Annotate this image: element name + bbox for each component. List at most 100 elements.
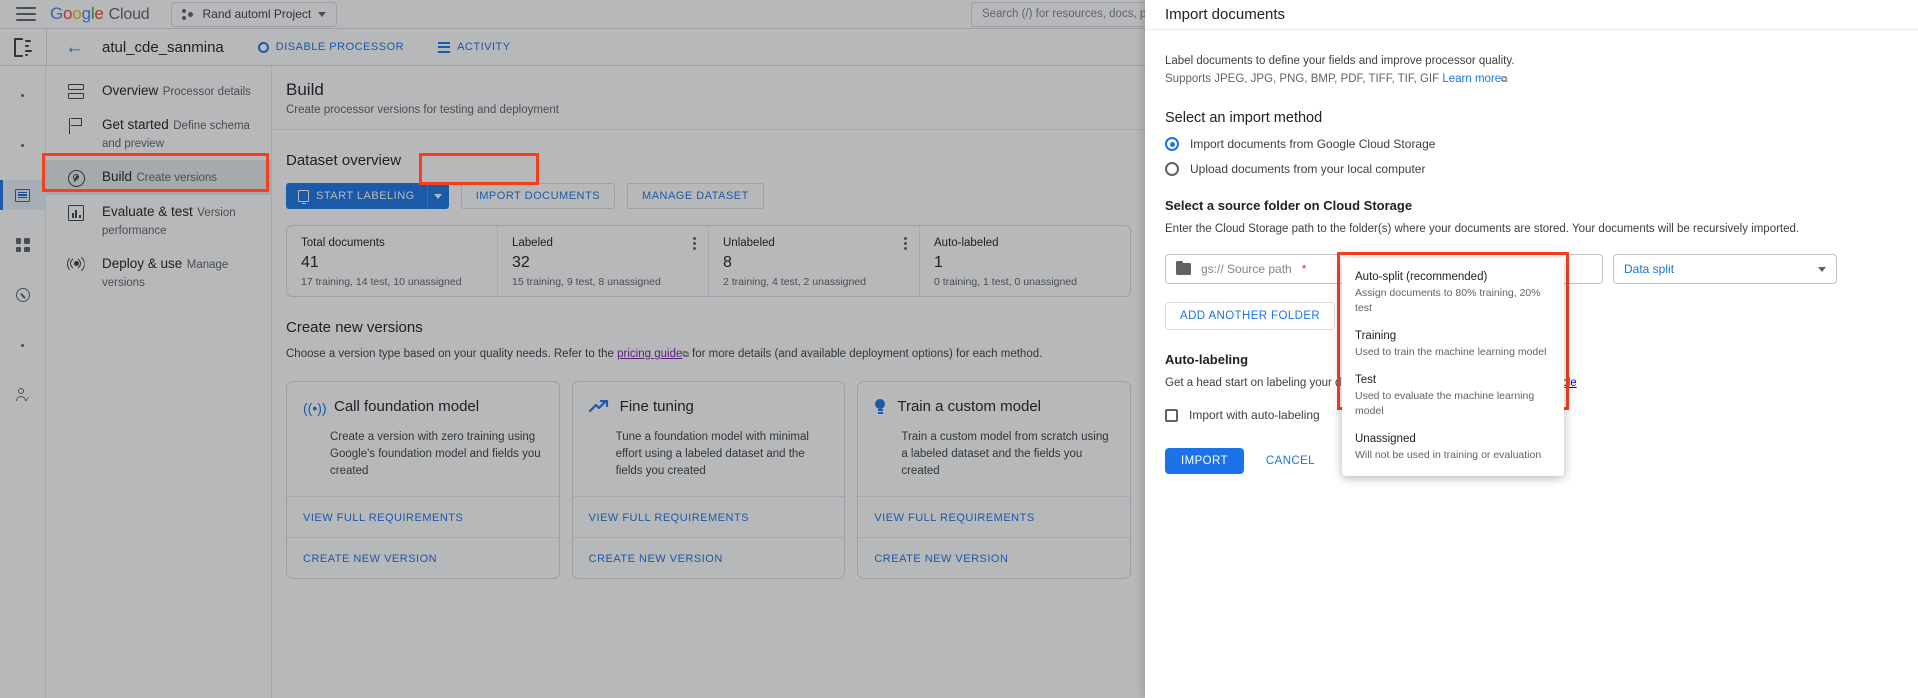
import-documents-label: IMPORT DOCUMENTS (476, 190, 600, 202)
disable-processor-button[interactable]: DISABLE PROCESSOR (258, 41, 404, 53)
stat-value: 32 (512, 254, 694, 272)
option-subtitle: Used to evaluate the machine learning mo… (1355, 389, 1551, 419)
sidebar-item-label: Get started (102, 117, 169, 132)
create-versions-heading: Create new versions (286, 319, 1131, 336)
card-header: Fine tuning (589, 398, 829, 415)
start-labeling-dropdown-button[interactable] (427, 183, 449, 209)
grid-icon (16, 238, 30, 252)
logo-word-cloud: Cloud (109, 6, 150, 24)
activity-button[interactable]: ACTIVITY (438, 41, 511, 53)
logo-letter-g: G (50, 4, 63, 24)
stat-value: 1 (934, 254, 1116, 272)
left-nav: Overview Processor details Get started D… (46, 66, 272, 698)
source-folder-helper: Enter the Cloud Storage path to the fold… (1165, 220, 1805, 238)
card-title: Fine tuning (620, 398, 694, 415)
panel-intro: Label documents to define your fields an… (1165, 52, 1898, 88)
sidebar-item-sublabel: Create versions (136, 172, 217, 184)
folder-icon (1176, 263, 1191, 275)
data-split-select[interactable]: Data split (1613, 254, 1837, 284)
dropdown-option-auto-split[interactable]: Auto-split (recommended) Assign document… (1342, 264, 1564, 323)
card-requirements-footer: VIEW FULL REQUIREMENTS (287, 496, 559, 537)
card-description: Train a custom model from scratch using … (901, 429, 1114, 480)
chart-icon (66, 203, 86, 221)
option-title: Training (1355, 329, 1551, 344)
import-button[interactable]: IMPORT (1165, 448, 1244, 474)
radio-upload-local[interactable]: Upload documents from your local compute… (1165, 162, 1898, 176)
create-versions-description: Choose a version type based on your qual… (286, 346, 1131, 363)
panel-header: Import documents (1145, 0, 1918, 30)
create-new-version-link[interactable]: CREATE NEW VERSION (589, 553, 723, 565)
app-screen: Google Cloud Rand automl Project Search … (0, 0, 1918, 698)
stat-overflow-menu[interactable] (904, 237, 907, 250)
stat-sublabel: 2 training, 4 test, 2 unassigned (723, 276, 905, 288)
radio-button-icon (1165, 162, 1179, 176)
data-split-dropdown-menu: Auto-split (recommended) Assign document… (1342, 258, 1564, 476)
sidebar-item-deploy-use[interactable]: Deploy & use Manage versions (46, 247, 271, 299)
radio-button-selected-icon (1165, 137, 1179, 151)
learn-more-link[interactable]: Learn more (1442, 73, 1501, 85)
sidebar-item-evaluate-test[interactable]: Evaluate & test Version performance (46, 195, 271, 247)
stat-total-documents: Total documents 41 17 training, 14 test,… (287, 226, 497, 296)
sidebar-item-build[interactable]: Build Create versions (46, 160, 271, 195)
source-folder-heading: Select a source folder on Cloud Storage (1165, 198, 1898, 213)
manage-dataset-button[interactable]: MANAGE DATASET (627, 183, 764, 209)
import-documents-button[interactable]: IMPORT DOCUMENTS (461, 183, 615, 209)
project-selector[interactable]: Rand automl Project (171, 2, 337, 27)
card-title: Call foundation model (334, 398, 479, 415)
sidebar-item-get-started[interactable]: Get started Define schema and preview (46, 108, 271, 160)
rail-item-2[interactable] (0, 130, 46, 160)
card-description: Create a version with zero training usin… (330, 429, 543, 480)
pricing-guide-link[interactable]: pricing guide (617, 348, 682, 360)
dropdown-option-test[interactable]: Test Used to evaluate the machine learni… (1342, 367, 1564, 426)
rail-item-apps[interactable] (0, 230, 46, 260)
stat-label: Labeled (512, 237, 694, 249)
dot-icon (21, 94, 24, 97)
rail-item-1[interactable] (0, 80, 46, 110)
back-button[interactable]: ← (65, 38, 84, 57)
view-full-requirements-link[interactable]: VIEW FULL REQUIREMENTS (589, 512, 749, 524)
stat-label: Unlabeled (723, 237, 905, 249)
stat-label: Auto-labeled (934, 237, 1116, 249)
view-full-requirements-link[interactable]: VIEW FULL REQUIREMENTS (303, 512, 463, 524)
create-new-version-link[interactable]: CREATE NEW VERSION (303, 553, 437, 565)
intro-line-2: Supports JPEG, JPG, PNG, BMP, PDF, TIFF,… (1165, 70, 1898, 88)
cancel-button[interactable]: CANCEL (1266, 455, 1315, 467)
sidebar-item-label: Deploy & use (102, 256, 182, 271)
stat-auto-labeled: Auto-labeled 1 0 training, 1 test, 0 una… (919, 226, 1130, 296)
list-icon (438, 42, 450, 53)
rail-item-3[interactable] (0, 330, 46, 360)
rail-item-tools[interactable] (0, 280, 46, 310)
rail-item-processors[interactable] (0, 180, 46, 210)
radio-import-from-gcs[interactable]: Import documents from Google Cloud Stora… (1165, 137, 1898, 151)
create-new-version-link[interactable]: CREATE NEW VERSION (874, 553, 1008, 565)
sidebar-item-sublabel: Processor details (163, 86, 251, 98)
build-page-header: Build Create processor versions for test… (272, 66, 1145, 130)
hamburger-icon[interactable] (16, 7, 36, 21)
panel-title: Import documents (1165, 6, 1285, 23)
broadcast-icon (66, 255, 86, 271)
dropdown-option-unassigned[interactable]: Unassigned Will not be used in training … (1342, 426, 1564, 470)
rail-item-access[interactable]: ✓ (0, 380, 46, 410)
view-full-requirements-link[interactable]: VIEW FULL REQUIREMENTS (874, 512, 1034, 524)
dropdown-option-training[interactable]: Training Used to train the machine learn… (1342, 323, 1564, 367)
logo-letter-o2: o (72, 4, 81, 24)
intro-line-1: Label documents to define your fields an… (1165, 52, 1898, 70)
desc-before: Choose a version type based on your qual… (286, 348, 617, 360)
stat-overflow-menu[interactable] (693, 237, 696, 250)
page-title: atul_cde_sanmina (102, 39, 224, 56)
activity-label: ACTIVITY (457, 41, 511, 53)
project-icon (182, 8, 195, 21)
broadcast-icon: ((•)) (303, 400, 323, 414)
option-title: Test (1355, 373, 1551, 388)
add-another-folder-button[interactable]: ADD ANOTHER FOLDER (1165, 302, 1335, 330)
external-link-icon: ⧉ (1501, 70, 1507, 88)
flag-icon (66, 116, 86, 134)
build-subtitle: Create processor versions for testing an… (286, 104, 1145, 116)
card-body: ((•)) Call foundation model Create a ver… (287, 382, 559, 496)
start-labeling-button[interactable]: START LABELING (286, 183, 427, 209)
data-split-label: Data split (1624, 262, 1674, 276)
build-title: Build (286, 80, 1145, 100)
card-requirements-footer: VIEW FULL REQUIREMENTS (858, 496, 1130, 537)
sidebar-item-overview[interactable]: Overview Processor details (46, 74, 271, 108)
start-labeling-group: START LABELING (286, 183, 449, 209)
